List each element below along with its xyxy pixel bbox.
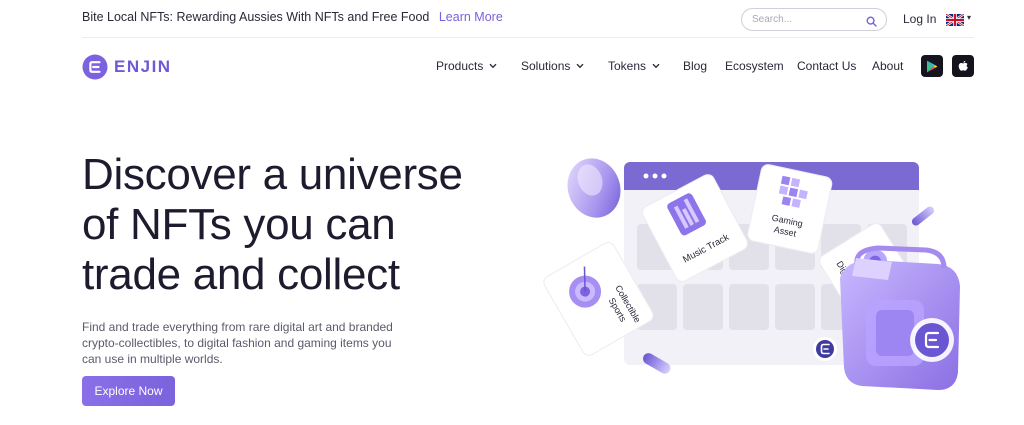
search-box: [741, 8, 887, 31]
hero-title-line: of NFTs you can: [82, 200, 396, 249]
nav-solutions[interactable]: Solutions: [521, 59, 584, 73]
nav-products-label: Products: [436, 59, 484, 73]
nav-about[interactable]: About: [872, 59, 903, 73]
nft-bag: [840, 245, 960, 390]
enjin-coin-icon: [910, 318, 954, 362]
language-caret-icon[interactable]: ▾: [967, 13, 971, 22]
explore-now-button[interactable]: Explore Now: [82, 376, 175, 406]
hero-illustration: Music Track Gaming Asset Digital Art: [540, 150, 980, 400]
chevron-down-icon: [489, 63, 497, 69]
chevron-down-icon: [652, 63, 660, 69]
announcement-bar: Bite Local NFTs: Rewarding Aussies With …: [0, 0, 1024, 38]
search-input[interactable]: [752, 9, 870, 30]
nav-tokens-label: Tokens: [608, 59, 647, 73]
login-link[interactable]: Log In: [903, 12, 936, 26]
decorative-blob: [567, 158, 621, 218]
chevron-down-icon: [576, 63, 584, 69]
hero-title-line: trade and collect: [82, 250, 400, 299]
google-play-icon: [927, 60, 938, 72]
nav-ecosystem[interactable]: Ecosystem: [725, 59, 784, 73]
google-play-button[interactable]: [921, 55, 943, 77]
gaming-asset-card: Gaming Asset: [747, 164, 833, 254]
hero-subtitle: Find and trade everything from rare digi…: [82, 320, 393, 366]
nav-solutions-label: Solutions: [521, 59, 571, 73]
hero-title: Discover a universe of NFTs you can trad…: [82, 150, 532, 300]
nft-illustration: Music Track Gaming Asset Digital Art: [543, 158, 960, 390]
nav-blog[interactable]: Blog: [683, 59, 707, 73]
learn-more-link[interactable]: Learn More: [439, 10, 503, 24]
nav-tokens[interactable]: Tokens: [608, 59, 660, 73]
uk-flag-icon[interactable]: [945, 13, 965, 27]
search-icon[interactable]: [866, 14, 877, 32]
enjin-coin-icon: [813, 337, 837, 361]
announcement-text: Bite Local NFTs: Rewarding Aussies With …: [82, 10, 430, 24]
nav-products[interactable]: Products: [436, 59, 497, 73]
header-divider: [82, 37, 974, 38]
nav-contact[interactable]: Contact Us: [797, 59, 856, 73]
apple-icon: [958, 60, 968, 71]
announcement: Bite Local NFTs: Rewarding Aussies With …: [82, 10, 503, 24]
main-nav: Products Solutions Tokens Blog Ecosystem…: [0, 59, 1024, 75]
app-store-button[interactable]: [952, 55, 974, 77]
hero-title-line: Discover a universe: [82, 150, 463, 199]
